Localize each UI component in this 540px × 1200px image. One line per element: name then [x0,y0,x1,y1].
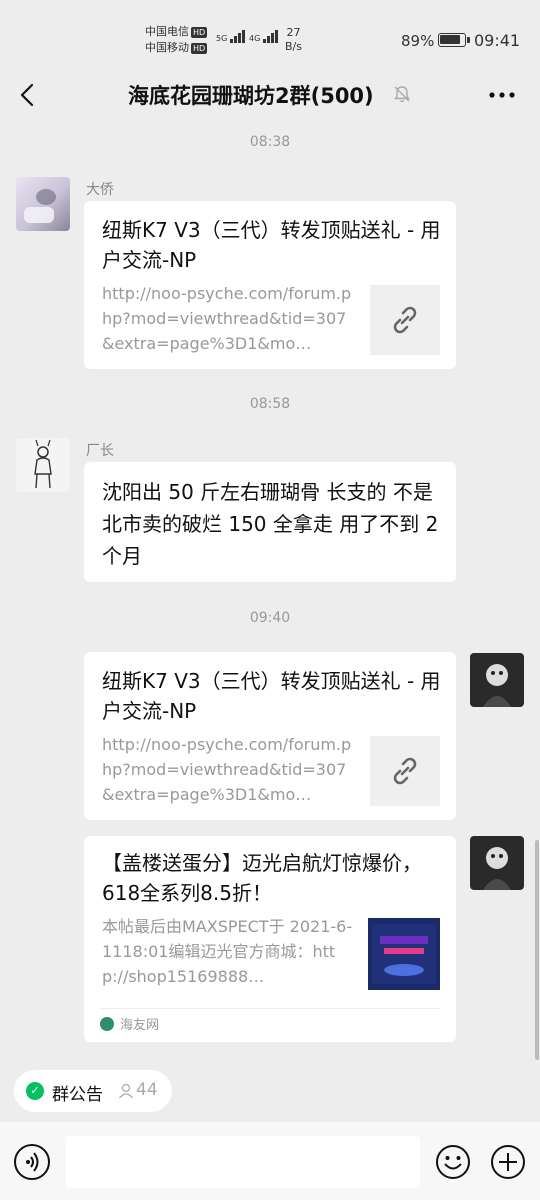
hd-badge: HD [191,27,208,38]
link-thumbnail [370,736,440,806]
group-notice-button[interactable]: ✓ 群公告 44 [14,1070,172,1112]
notice-bar: ✓ 群公告 44 [0,1060,540,1122]
battery-icon [438,33,470,47]
chat-scrollbar[interactable] [535,840,539,1060]
battery-percent: 89% [401,32,435,50]
link-card[interactable]: 纽斯K7 V3（三代）转发顶贴送礼 - 用户交流-NP http://noo-p… [84,201,456,369]
emoji-icon [436,1145,470,1179]
source-name: 海友网 [120,1018,160,1033]
bell-off-icon [392,84,412,104]
link-thumbnail [370,285,440,355]
message-time: 08:38 [249,134,291,150]
status-time: 09:41 [474,31,521,50]
more-button[interactable] [484,80,520,110]
hd-badge: HD [191,43,208,54]
avatar-changzhang[interactable] [16,438,70,492]
emoji-button[interactable] [435,1144,471,1180]
message-input[interactable] [66,1136,420,1188]
input-bar [0,1122,540,1200]
member-icon [118,1083,134,1099]
more-dots-icon [489,92,515,98]
chevron-left-icon [20,83,34,107]
speed-value: 27 [286,26,301,39]
link-title: 纽斯K7 V3（三代）转发顶贴送礼 - 用户交流-NP [102,669,441,723]
avatar-me[interactable] [470,836,524,890]
member-count: 44 [136,1080,158,1100]
carrier-info: 中国电信 HD 中国移动 HD [145,24,208,56]
article-desc: 本帖最后由MAXSPECT于 2021-6-1118:01编辑迈光官方商城：ht… [102,917,353,986]
link-desc: http://noo-psyche.com/forum.php?mod=view… [102,735,352,804]
avatar-me[interactable] [470,653,524,707]
plus-circle-icon [491,1145,525,1179]
link-icon [393,757,417,785]
text-message[interactable]: 沈阳出 50 斤左右珊瑚骨 长支的 不是北市卖的破烂 150 全拿走 用了不到 … [84,462,456,582]
message-time: 08:58 [249,396,291,412]
carrier-2: 中国移动 [145,41,189,54]
carrier-1: 中国电信 [145,25,189,38]
net-speed: 27 B/s [285,26,302,54]
link-title: 纽斯K7 V3（三代）转发顶贴送礼 - 用户交流-NP [102,218,441,272]
article-title: 【盖楼送蛋分】迈光启航灯惊爆价，618全系列8.5折！ [102,851,422,905]
net-type-2: 4G [249,34,261,43]
notice-icon: ✓ [26,1082,44,1100]
chat-title: 海底花园珊瑚坊2群(500) [128,84,374,108]
sender-name: 厂长 [86,443,114,459]
signal-5g-icon: 5G [216,30,246,43]
article-thumbnail [368,918,440,990]
message-time: 09:40 [249,610,291,626]
net-type-1: 5G [216,34,228,43]
article-card[interactable]: 【盖楼送蛋分】迈光启航灯惊爆价，618全系列8.5折！ 本帖最后由MAXSPEC… [84,836,456,1042]
signal-4g-icon: 4G [249,30,279,43]
status-bar: 中国电信 HD 中国移动 HD 5G 4G 27 B/s 89% 09:41 [0,0,540,72]
source-logo-icon [100,1017,114,1031]
link-card[interactable]: 纽斯K7 V3（三代）转发顶贴送礼 - 用户交流-NP http://noo-p… [84,652,456,820]
voice-button[interactable] [14,1144,50,1180]
sender-name: 大侨 [86,182,114,198]
link-icon [393,306,417,334]
article-source: 海友网 [100,1008,440,1042]
plus-button[interactable] [490,1144,526,1180]
voice-icon [26,1152,39,1172]
back-button[interactable] [14,80,44,110]
message-text: 沈阳出 50 斤左右珊瑚骨 长支的 不是北市卖的破烂 150 全拿走 用了不到 … [102,480,439,568]
link-desc: http://noo-psyche.com/forum.php?mod=view… [102,284,352,353]
speed-unit: B/s [285,40,302,53]
notice-label: 群公告 [52,1085,103,1105]
avatar-daqiao[interactable] [16,177,70,231]
chat-header: 海底花园珊瑚坊2群(500) [0,72,540,118]
